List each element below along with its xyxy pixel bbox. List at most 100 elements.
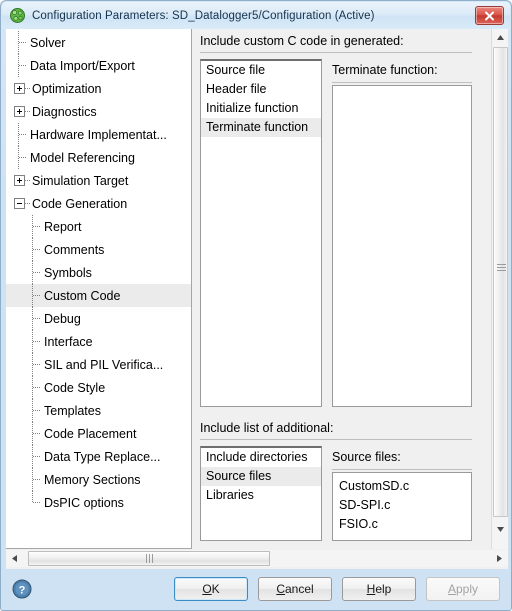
sidebar-item-model-referencing[interactable]: Model Referencing [6,146,191,169]
help-button[interactable]: Help [342,577,416,601]
sidebar-item-label: Data Type Replace... [44,449,161,464]
sidebar-item-data-type-replace[interactable]: Data Type Replace... [6,445,191,468]
custom-code-listbox[interactable]: Source file Header file Initialize functio… [200,59,322,407]
source-files-label: Source files: [332,450,401,464]
additional-listbox[interactable]: Include directories Source files Libraries [200,446,322,541]
terminate-function-textarea[interactable] [332,85,472,407]
sidebar-item-diagnostics[interactable]: Diagnostics [6,100,191,123]
source-file-line: FSIO.c [339,517,378,531]
ok-button[interactable]: OK [174,577,248,601]
expand-plus-icon[interactable] [14,83,25,94]
terminate-function-label: Terminate function: [332,63,438,77]
cancel-button[interactable]: Cancel [258,577,332,601]
sidebar-item-code-placement[interactable]: Code Placement [6,422,191,445]
sidebar-item-label: Code Style [44,380,106,395]
horizontal-scrollbar[interactable] [6,550,508,567]
tree-connector-dash [25,77,30,100]
sidebar-item-report[interactable]: Report [6,215,191,238]
vertical-scroll-thumb[interactable] [493,47,508,517]
tree-connector [28,422,42,445]
sidebar-item-data-import-export[interactable]: Data Import/Export [6,54,191,77]
scroll-up-arrow-icon[interactable] [492,29,509,46]
tree-connector [14,123,28,146]
tree-connector [28,284,42,307]
terminate-function-value [333,86,471,105]
sidebar-item-label: Comments [44,242,105,257]
group-divider-bottom [200,439,472,440]
sidebar-item-code-generation[interactable]: Code Generation [6,192,191,215]
sidebar-item-label: Diagnostics [32,104,97,119]
sidebar-item-label: Simulation Target [32,173,129,188]
sidebar-item-label: Data Import/Export [30,58,135,73]
sidebar-item-memory-sections[interactable]: Memory Sections [6,468,191,491]
scroll-right-arrow-icon[interactable] [491,550,508,567]
scroll-grip-icon [497,264,506,271]
additional-item-libraries[interactable]: Libraries [201,486,321,505]
scroll-grip-icon [145,554,153,563]
sidebar-item-interface[interactable]: Interface [6,330,191,353]
sidebar-item-label: SIL and PIL Verifica... [44,357,164,372]
sidebar-item-sil-and-pil-verifica[interactable]: SIL and PIL Verifica... [6,353,191,376]
svg-text:?: ? [19,585,26,597]
apply-button: Apply [426,577,500,601]
sidebar-item-label: Code Placement [44,426,137,441]
help-circle-icon[interactable]: ? [12,579,32,599]
tree-connector [28,261,42,284]
horizontal-scroll-thumb[interactable] [28,551,270,566]
tree-connector-dash [25,100,30,123]
custom-code-item-header-file[interactable]: Header file [201,80,321,99]
group-divider-top [200,52,472,53]
sidebar-item-label: Report [44,219,82,234]
source-files-textarea[interactable]: CustomSD.c SD-SPI.c FSIO.c [332,472,472,541]
dialog-buttons: O K Cancel Help Apply [164,577,500,601]
dialog-client-area: Solver Data Import/Export Optimization Diag… [6,29,508,569]
sidebar-item-label: Code Generation [32,196,128,211]
sidebar-item-hardware-implementat[interactable]: Hardware Implementat... [6,123,191,146]
sidebar-item-solver[interactable]: Solver [6,31,191,54]
sidebar-item-templates[interactable]: Templates [6,399,191,422]
tree-connector [28,399,42,422]
sidebar-item-simulation-target[interactable]: Simulation Target [6,169,191,192]
additional-item-source-files[interactable]: Source files [201,467,321,486]
close-icon[interactable] [475,6,504,25]
expand-plus-icon[interactable] [14,175,25,186]
custom-code-item-initialize-function[interactable]: Initialize function [201,99,321,118]
source-file-line: SD-SPI.c [339,498,391,512]
dialog-button-bar: ? O K Cancel Help Apply [2,569,510,609]
tree-connector [28,468,42,491]
sidebar-item-label: Memory Sections [44,472,141,487]
sidebar-item-custom-code[interactable]: Custom Code [6,284,191,307]
horizontal-scroll-track[interactable] [23,550,491,567]
sidebar-item-debug[interactable]: Debug [6,307,191,330]
custom-code-item-source-file[interactable]: Source file [201,61,321,80]
tree-connector-dash [25,192,30,215]
scroll-down-arrow-icon[interactable] [492,521,509,538]
include-additional-label: Include list of additional: [200,421,334,435]
tree-connector [28,330,42,353]
window-title: Configuration Parameters: SD_Datalogger5… [32,9,375,22]
title-bar: Configuration Parameters: SD_Datalogger5… [2,2,510,29]
tree-connector [28,307,42,330]
configuration-tree[interactable]: Solver Data Import/Export Optimization Diag… [6,29,192,549]
sidebar-item-label: Interface [44,334,93,349]
include-custom-c-code-label: Include custom C code in generated: [200,34,404,48]
vertical-scrollbar[interactable] [491,29,508,549]
sidebar-item-code-style[interactable]: Code Style [6,376,191,399]
scroll-left-arrow-icon[interactable] [6,550,23,567]
sidebar-item-optimization[interactable]: Optimization [6,77,191,100]
expand-plus-icon[interactable] [14,106,25,117]
tree-scroll-area: Solver Data Import/Export Optimization Diag… [6,29,191,514]
tree-connector-dash [25,169,30,192]
collapse-minus-icon[interactable] [14,198,25,209]
sidebar-item-label: Hardware Implementat... [30,127,167,142]
sidebar-item-symbols[interactable]: Symbols [6,261,191,284]
sidebar-item-dspic-options[interactable]: DsPIC options [6,491,191,514]
tree-connector [14,54,28,77]
source-files-divider [332,469,472,470]
additional-item-include-directories[interactable]: Include directories [201,448,321,467]
tree-connector [14,31,28,54]
tree-connector [14,146,28,169]
sidebar-item-label: Debug [44,311,81,326]
custom-code-item-terminate-function[interactable]: Terminate function [201,118,321,137]
sidebar-item-comments[interactable]: Comments [6,238,191,261]
